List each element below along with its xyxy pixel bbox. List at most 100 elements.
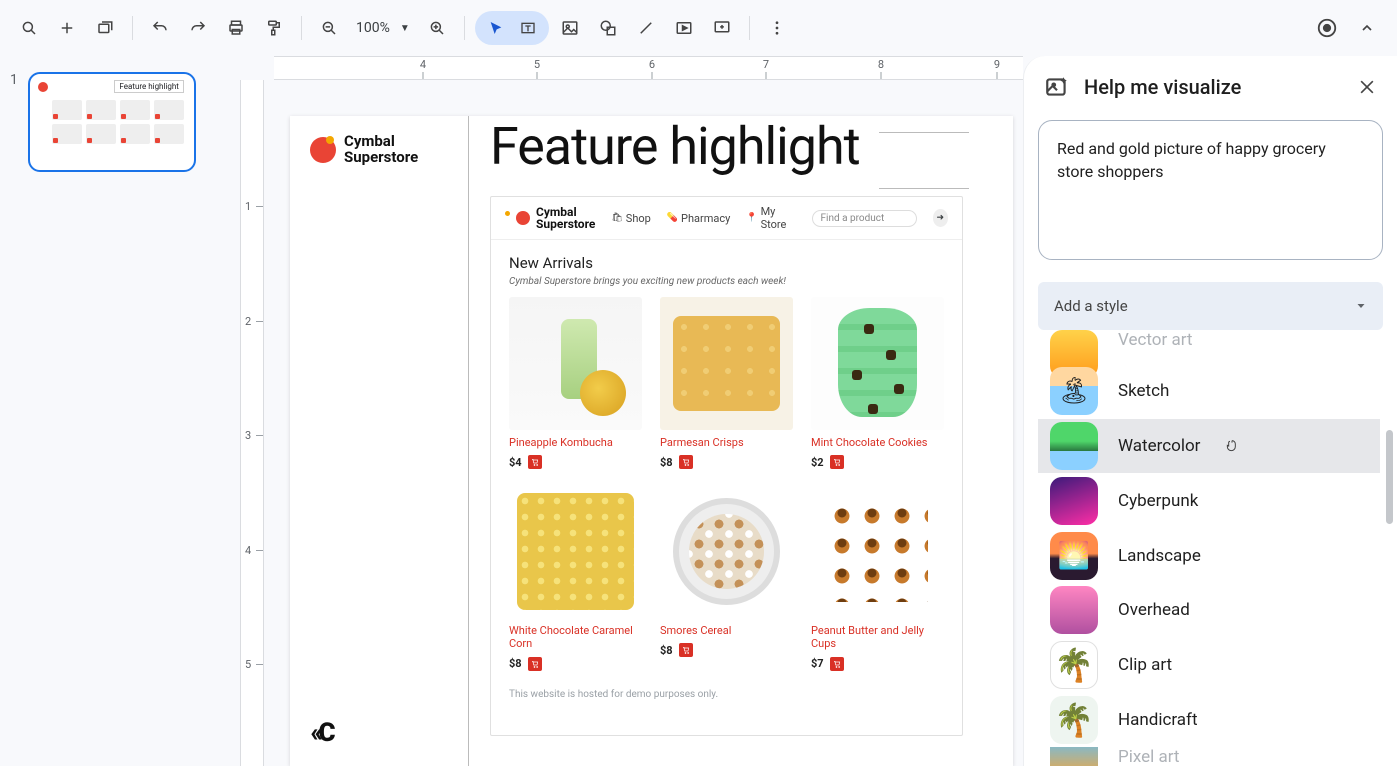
prompt-textarea[interactable]: Red and gold picture of happy grocery st… xyxy=(1038,120,1383,260)
style-dropdown[interactable]: Add a style xyxy=(1038,282,1383,330)
style-option-overhead[interactable]: Overhead xyxy=(1038,583,1380,638)
slide-thumbnail-1[interactable]: 1 Feature highlight xyxy=(10,72,230,172)
style-swatch xyxy=(1050,747,1098,766)
style-label: Sketch xyxy=(1118,381,1169,401)
record-button[interactable] xyxy=(1309,10,1345,46)
style-label: Landscape xyxy=(1118,546,1201,566)
help-me-visualize-panel: Help me visualize Red and gold picture o… xyxy=(1023,56,1397,766)
product-name: White Chocolate Caramel Corn xyxy=(509,624,642,650)
shape-tool[interactable] xyxy=(591,11,625,45)
scrollbar[interactable] xyxy=(1386,386,1393,756)
product-card: Peanut Butter and Jelly Cups$7 xyxy=(811,485,944,670)
textbox-tool[interactable] xyxy=(513,13,543,43)
product-image xyxy=(811,485,944,618)
zoom-value: 100% xyxy=(356,20,390,36)
search-icon[interactable] xyxy=(12,11,46,45)
image-tool[interactable] xyxy=(553,11,587,45)
product-card: White Chocolate Caramel Corn$8 xyxy=(509,485,642,670)
thumb-title: Feature highlight xyxy=(114,80,183,93)
collapse-toolbar-button[interactable] xyxy=(1349,10,1385,46)
zoom-level[interactable]: 100% ▼ xyxy=(350,20,416,36)
product-card: Pineapple Kombucha $4 xyxy=(509,297,642,469)
separator xyxy=(301,16,302,40)
slide-thumbnail[interactable]: Feature highlight xyxy=(28,72,196,172)
thumb-brand-dot xyxy=(38,82,48,92)
product-name: Mint Chocolate Cookies xyxy=(811,436,944,449)
select-tool[interactable] xyxy=(481,13,511,43)
slide-title[interactable]: Feature highlight xyxy=(490,116,860,177)
style-option-vector-art[interactable]: Vector art xyxy=(1038,330,1380,364)
style-option-list[interactable]: Vector art 🏝Sketch Watercolor Cyberpunk 🌅Lan… xyxy=(1038,330,1383,766)
separator xyxy=(132,16,133,40)
more-options-button[interactable] xyxy=(760,11,794,45)
chevron-down-icon xyxy=(1355,300,1367,312)
redo-button[interactable] xyxy=(181,11,215,45)
zoom-in-button[interactable] xyxy=(420,11,454,45)
comment-tool[interactable] xyxy=(705,11,739,45)
style-swatch xyxy=(1050,422,1098,470)
style-option-sketch[interactable]: 🏝Sketch xyxy=(1038,364,1380,419)
close-icon[interactable] xyxy=(1357,77,1377,97)
product-card: Parmesan Crisps$8 xyxy=(660,297,793,469)
style-dropdown-label: Add a style xyxy=(1054,297,1128,315)
style-label: Overhead xyxy=(1118,600,1190,620)
new-slide-button[interactable] xyxy=(50,11,84,45)
style-option-handicraft[interactable]: 🌴Handicraft xyxy=(1038,692,1380,747)
thumb-grid xyxy=(52,100,184,144)
style-label: Pixel art xyxy=(1118,747,1179,766)
style-label: Handicraft xyxy=(1118,710,1198,730)
panel-header: Help me visualize xyxy=(1038,74,1383,100)
style-label: Cyberpunk xyxy=(1118,491,1198,511)
slide-editor[interactable]: 456789 12345 Cymbal Superstore Feature h… xyxy=(240,56,1023,766)
style-option-cyberpunk[interactable]: Cyberpunk xyxy=(1038,473,1380,528)
style-option-clip-art[interactable]: 🌴Clip art xyxy=(1038,638,1380,693)
section-title: New Arrivals xyxy=(509,254,944,272)
separator xyxy=(464,16,465,40)
chevron-down-icon: ▼ xyxy=(400,23,410,34)
bag-icon: 🛍 xyxy=(611,213,622,223)
slide-canvas[interactable]: Cymbal Superstore Feature highlight Cymb… xyxy=(290,116,1013,766)
product-name: Parmesan Crisps xyxy=(660,436,793,449)
filmstrip: 1 Feature highlight xyxy=(0,56,240,766)
templates-icon[interactable] xyxy=(88,11,122,45)
product-image xyxy=(509,297,642,430)
add-to-cart-icon xyxy=(830,657,844,671)
product-name: Peanut Butter and Jelly Cups xyxy=(811,624,944,650)
embedded-website-screenshot: Cymbal Superstore 🛍Shop 💊Pharmacy 📍My St… xyxy=(490,196,963,736)
product-image xyxy=(811,297,944,430)
style-swatch xyxy=(1050,586,1098,634)
product-price: $4 xyxy=(509,456,522,469)
style-option-watercolor[interactable]: Watercolor xyxy=(1038,419,1380,474)
add-to-cart-icon xyxy=(528,657,542,671)
style-option-pixel-art[interactable]: Pixel art xyxy=(1038,747,1380,766)
style-label: Vector art xyxy=(1118,330,1192,350)
nav-shop: 🛍Shop xyxy=(611,212,650,225)
pill-icon: 💊 xyxy=(667,213,678,223)
product-image xyxy=(509,485,642,618)
pin-icon: 📍 xyxy=(746,213,757,223)
panel-title: Help me visualize xyxy=(1084,75,1343,99)
brand-accent-dot xyxy=(326,136,334,144)
cursor-tool-group xyxy=(475,11,549,45)
style-option-landscape[interactable]: 🌅Landscape xyxy=(1038,528,1380,583)
product-name: Pineapple Kombucha xyxy=(509,436,642,449)
video-tool[interactable] xyxy=(667,11,701,45)
undo-button[interactable] xyxy=(143,11,177,45)
paint-format-button[interactable] xyxy=(257,11,291,45)
line-tool[interactable] xyxy=(629,11,663,45)
add-to-cart-icon xyxy=(679,643,693,657)
style-label: Watercolor xyxy=(1118,436,1200,456)
print-button[interactable] xyxy=(219,11,253,45)
zoom-out-button[interactable] xyxy=(312,11,346,45)
guide-line xyxy=(879,188,969,189)
brand-block: Cymbal Superstore xyxy=(310,134,418,166)
guide-line xyxy=(468,116,469,766)
toolbar: 100% ▼ xyxy=(0,0,1397,56)
search-go-icon: ➜ xyxy=(933,209,948,227)
product-image xyxy=(660,485,793,618)
scroll-thumb[interactable] xyxy=(1386,430,1393,524)
horizontal-ruler: 456789 xyxy=(274,56,1023,80)
web-brand: Cymbal Superstore xyxy=(505,206,595,230)
product-name: Smores Cereal xyxy=(660,624,793,637)
product-grid: Pineapple Kombucha $4 Parmesan Crisps$8 Min… xyxy=(491,297,962,681)
